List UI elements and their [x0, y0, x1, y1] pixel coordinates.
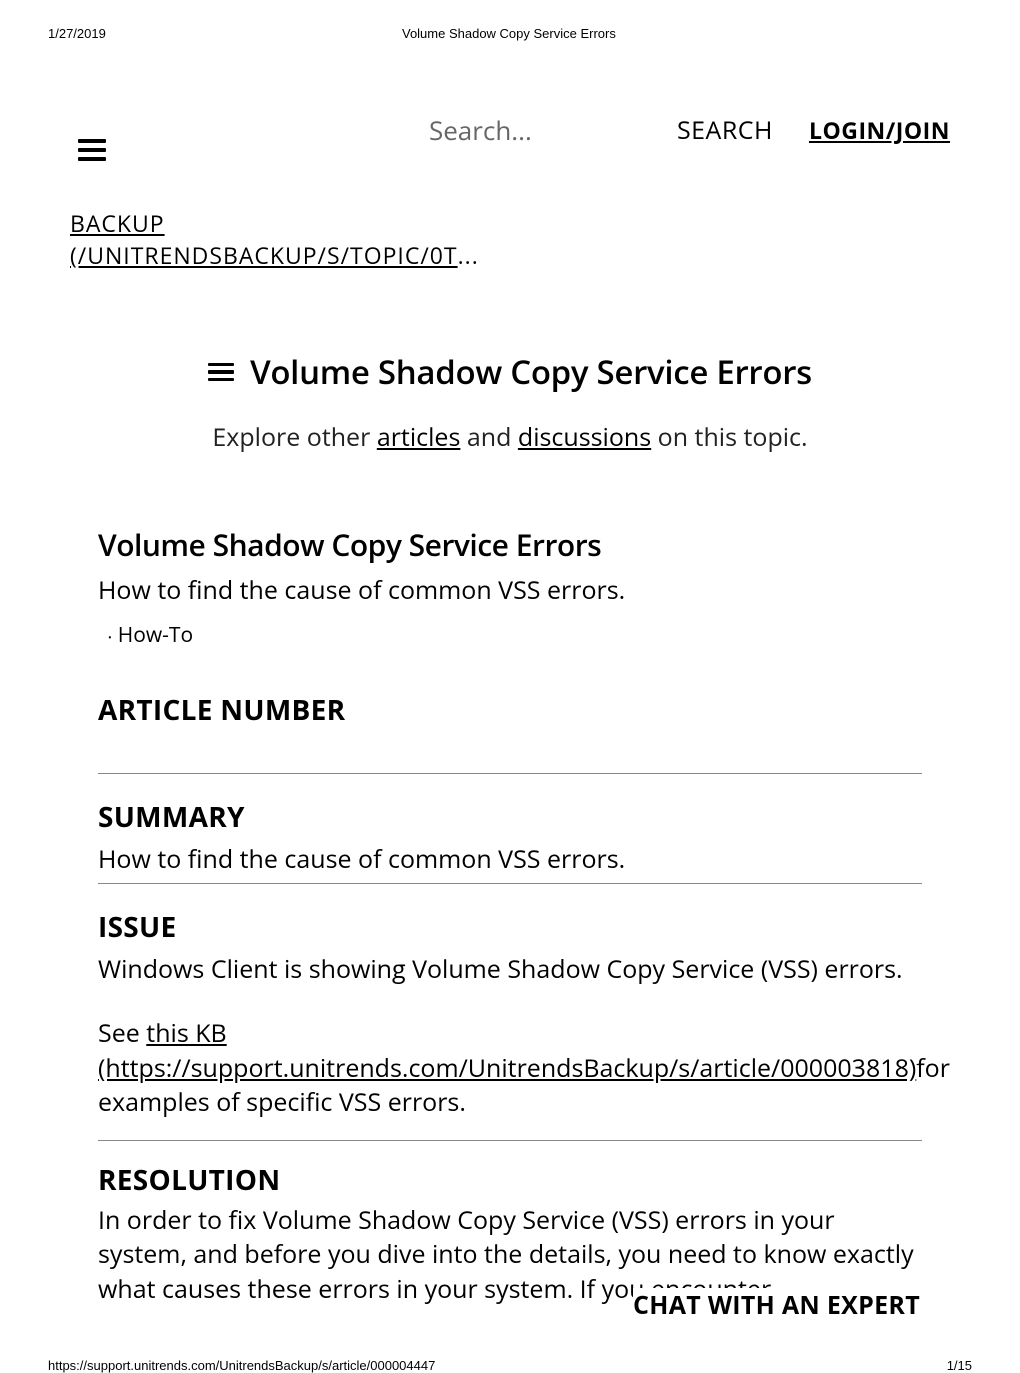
search-area: SEARCH LOGIN/JOIN — [106, 111, 950, 149]
divider — [98, 883, 922, 884]
top-bar: SEARCH LOGIN/JOIN — [0, 99, 1020, 161]
explore-suffix: on this topic. — [651, 420, 807, 454]
discussions-link[interactable]: discussions — [518, 420, 651, 454]
print-header: 1/27/2019 Volume Shadow Copy Service Err… — [0, 0, 1020, 49]
chat-button[interactable]: CHAT WITH AN EXPERT — [633, 1288, 920, 1322]
divider — [98, 1140, 922, 1141]
article-content: Volume Shadow Copy Service Errors How to… — [0, 454, 1020, 1306]
summary-text: How to find the cause of common VSS erro… — [98, 842, 922, 877]
divider — [98, 773, 922, 774]
resolution-heading: RESOLUTION — [98, 1161, 922, 1199]
tag-row: • How-To — [108, 621, 922, 649]
breadcrumb-line1: BACKUP — [70, 207, 165, 239]
issue-text: Windows Client is showing Volume Shadow … — [98, 952, 922, 987]
explore-row: Explore other articles and discussions o… — [70, 420, 950, 454]
article-header: Volume Shadow Copy Service Errors Explor… — [0, 349, 1020, 454]
search-input[interactable] — [427, 111, 641, 149]
issue-heading: ISSUE — [98, 908, 922, 946]
summary-heading: SUMMARY — [98, 798, 922, 836]
article-desc: How to find the cause of common VSS erro… — [98, 573, 922, 607]
print-page: 1/15 — [947, 1358, 972, 1373]
explore-mid: and — [460, 420, 518, 454]
issue-see-prefix: See — [98, 1016, 146, 1050]
article-menu-icon[interactable] — [208, 363, 234, 382]
article-number-heading: ARTICLE NUMBER — [98, 691, 922, 729]
article-tag: How-To — [118, 621, 193, 649]
article-subtitle: Volume Shadow Copy Service Errors — [98, 524, 922, 565]
page-title: Volume Shadow Copy Service Errors — [250, 349, 812, 394]
breadcrumb-line2: (/UNITRENDSBACKUP/S/TOPIC/0T — [70, 239, 458, 271]
print-title: Volume Shadow Copy Service Errors — [106, 26, 912, 41]
print-url: https://support.unitrends.com/UnitrendsB… — [48, 1358, 435, 1373]
breadcrumb-trail: ... — [458, 239, 479, 271]
kb-link[interactable]: this KB(https://support.unitrends.com/Un… — [98, 1016, 916, 1085]
kb-link-line1: this KB — [146, 1016, 226, 1050]
breadcrumb: BACKUP(/UNITRENDSBACKUP/S/TOPIC/0T... — [0, 161, 1020, 271]
breadcrumb-link[interactable]: BACKUP(/UNITRENDSBACKUP/S/TOPIC/0T — [70, 207, 458, 271]
bullet-icon: • — [108, 630, 112, 644]
issue-see-also: See this KB(https://support.unitrends.co… — [98, 1016, 922, 1120]
search-button[interactable]: SEARCH — [671, 112, 779, 148]
print-date: 1/27/2019 — [48, 26, 106, 41]
explore-prefix: Explore other — [212, 420, 376, 454]
menu-icon[interactable] — [78, 139, 106, 161]
kb-link-line2: (https://support.unitrends.com/Unitrends… — [98, 1051, 916, 1085]
articles-link[interactable]: articles — [377, 420, 461, 454]
login-link[interactable]: LOGIN/JOIN — [809, 114, 950, 146]
